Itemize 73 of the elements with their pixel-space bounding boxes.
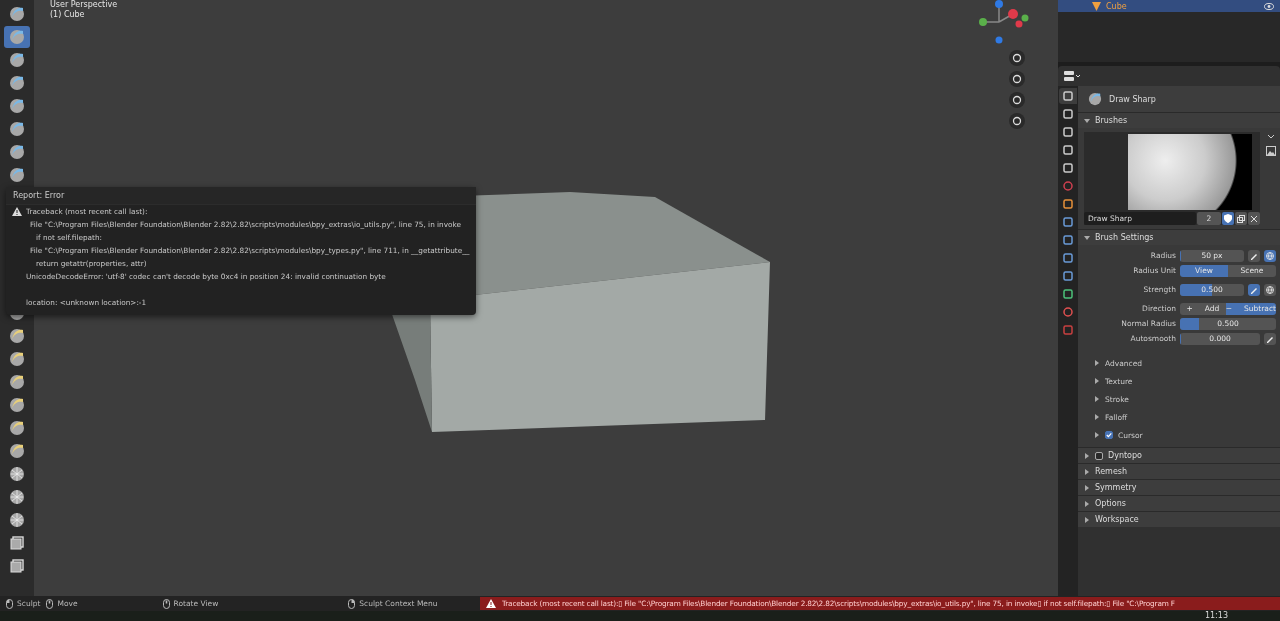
shield-icon bbox=[1224, 214, 1232, 223]
collapsed-arrow-icon bbox=[1084, 484, 1090, 491]
checkbox[interactable] bbox=[1095, 451, 1103, 460]
sculpt-brush-icon bbox=[9, 6, 25, 22]
sculpt-brush-icon bbox=[9, 420, 25, 436]
properties-tab[interactable] bbox=[1059, 88, 1077, 104]
collapsed-arrow-icon bbox=[1084, 500, 1090, 507]
expanded-arrow-icon bbox=[1084, 234, 1090, 241]
sculpt-brush-icon bbox=[9, 328, 25, 344]
outliner-row[interactable]: Cube bbox=[1058, 0, 1280, 12]
sculpt-brush-icon bbox=[9, 397, 25, 413]
close-button[interactable] bbox=[1248, 212, 1260, 225]
mouse-icon bbox=[348, 598, 356, 609]
panel-header[interactable]: Options bbox=[1078, 495, 1280, 511]
warning-icon bbox=[12, 207, 22, 216]
popup-title: Report: Error bbox=[6, 187, 476, 205]
panel-header[interactable]: Brush Settings bbox=[1078, 229, 1280, 245]
mouse-icon bbox=[162, 598, 170, 609]
collapsed-arrow-icon bbox=[1084, 516, 1090, 523]
sculpt-brush-icon bbox=[9, 75, 25, 91]
panel-header[interactable]: Workspace bbox=[1078, 511, 1280, 527]
collapsed-arrow-icon bbox=[1094, 432, 1100, 438]
collapsed-arrow-icon bbox=[1084, 452, 1090, 459]
panel-header[interactable]: Remesh bbox=[1078, 463, 1280, 479]
editor-type-icon[interactable] bbox=[1064, 71, 1082, 81]
eye-icon[interactable] bbox=[1264, 2, 1274, 10]
collapsed-arrow-icon bbox=[1094, 396, 1100, 402]
collapsed-arrow-icon bbox=[1094, 378, 1100, 384]
sculpt-brush-icon bbox=[9, 351, 25, 367]
pressure-button[interactable] bbox=[1248, 283, 1260, 296]
collapsed-arrow-icon bbox=[1094, 360, 1100, 366]
brush-title: Draw Sharp bbox=[1109, 94, 1156, 104]
checkbox[interactable] bbox=[1105, 431, 1113, 439]
clock-time: 11:13 bbox=[1204, 611, 1228, 621]
image-icon[interactable] bbox=[1266, 146, 1276, 156]
box-tool-icon bbox=[9, 558, 25, 574]
panel-header[interactable]: Brushes bbox=[1078, 112, 1280, 128]
sculpt-brush-icon bbox=[9, 374, 25, 390]
sculpt-brush-icon bbox=[9, 144, 25, 160]
sculpt-brush-icon bbox=[9, 443, 25, 459]
sculpt-brush-icon bbox=[9, 29, 25, 45]
globe-icon bbox=[1265, 284, 1275, 295]
fake-user-button[interactable] bbox=[1222, 212, 1234, 225]
sculpt-brush-icon bbox=[9, 466, 25, 482]
mesh-object-icon bbox=[1092, 1, 1101, 11]
copy-icon bbox=[1237, 214, 1245, 223]
world-space-button[interactable] bbox=[1264, 283, 1276, 296]
brush-icon bbox=[1088, 92, 1102, 106]
sculpt-brush-icon bbox=[9, 98, 25, 114]
globe-icon bbox=[1265, 250, 1275, 261]
world-space-button[interactable] bbox=[1264, 249, 1276, 262]
copy-button[interactable] bbox=[1235, 212, 1247, 225]
object-label: Cube bbox=[1106, 1, 1127, 11]
mouse-icon bbox=[6, 598, 13, 609]
view-name: User Perspective bbox=[50, 0, 118, 9]
pressure-button[interactable] bbox=[1264, 332, 1276, 345]
object-name: (1) Cube bbox=[50, 10, 85, 19]
warning-icon bbox=[486, 599, 496, 608]
panel-header[interactable]: Symmetry bbox=[1078, 479, 1280, 495]
expanded-arrow-icon bbox=[1084, 117, 1090, 124]
collapsed-arrow-icon bbox=[1094, 414, 1100, 420]
box-tool-icon bbox=[9, 535, 25, 551]
sculpt-brush-icon bbox=[9, 512, 25, 528]
mouse-icon bbox=[46, 598, 54, 609]
close-icon bbox=[1251, 215, 1257, 222]
pressure-button[interactable] bbox=[1248, 249, 1260, 262]
sculpt-brush-icon bbox=[9, 52, 25, 68]
collapsed-arrow-icon bbox=[1084, 468, 1090, 475]
sculpt-brush-icon bbox=[9, 167, 25, 183]
brush-preview-image[interactable] bbox=[1128, 134, 1252, 210]
panel-header[interactable]: Dyntopo bbox=[1078, 447, 1280, 463]
sculpt-brush-icon bbox=[9, 121, 25, 137]
sculpt-brush-icon bbox=[9, 489, 25, 505]
